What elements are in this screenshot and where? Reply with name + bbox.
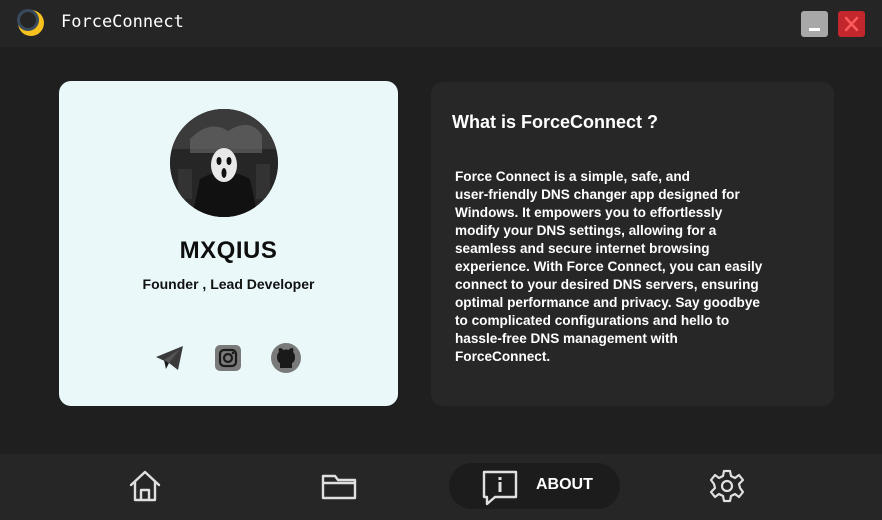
nav-about-label: ABOUT (536, 476, 593, 493)
app-title: ForceConnect (61, 12, 184, 32)
telegram-icon (156, 346, 183, 370)
github-link[interactable] (270, 342, 302, 374)
info-description: Force Connect is a simple, safe, and use… (455, 168, 810, 366)
nav-home[interactable] (127, 468, 163, 504)
close-button[interactable] (838, 11, 865, 37)
bottom-nav: ABOUT (0, 454, 882, 520)
nav-about[interactable]: ABOUT (449, 463, 620, 509)
minimize-button[interactable] (801, 11, 828, 37)
github-icon (271, 343, 301, 373)
info-title: What is ForceConnect ? (452, 112, 659, 132)
info-line: to complicated configurations and hello … (455, 313, 730, 328)
about-info-card: What is ForceConnect ? Force Connect is … (431, 82, 834, 406)
close-icon (844, 16, 859, 32)
instagram-icon (215, 345, 241, 371)
info-line: seamless and secure internet browsing (455, 241, 710, 256)
telegram-link[interactable] (154, 342, 186, 374)
info-line: user-friendly DNS changer app designed f… (455, 187, 740, 202)
info-line: ForceConnect. (455, 349, 551, 364)
masked-figure-avatar-icon (170, 109, 278, 217)
info-line: connect to your desired DNS servers, ens… (455, 277, 759, 292)
about-icon (482, 470, 518, 506)
info-line: experience. With Force Connect, you can … (455, 259, 763, 274)
minimize-icon (809, 28, 820, 31)
gear-icon (709, 469, 745, 503)
nav-folder[interactable] (320, 468, 358, 504)
profile-role: Founder , Lead Developer (142, 276, 315, 292)
home-icon (129, 470, 161, 502)
avatar (170, 109, 278, 217)
info-line: Windows. It empowers you to effortlessly (455, 205, 723, 220)
info-line: modify your DNS settings, allowing for a (455, 223, 717, 238)
info-line: hassle-free DNS management with (455, 331, 678, 346)
info-line: Force Connect is a simple, safe, and (455, 169, 690, 184)
profile-name: MXQIUS (179, 237, 278, 264)
folder-icon (321, 474, 357, 500)
nav-settings[interactable] (709, 468, 745, 504)
crescent-moon-logo-icon (17, 9, 44, 36)
title-bar: ForceConnect (0, 0, 882, 47)
profile-card: MXQIUS Founder , Lead Developer (59, 81, 398, 406)
info-line: optimal performance and privacy. Say goo… (455, 295, 760, 310)
instagram-link[interactable] (212, 342, 244, 374)
